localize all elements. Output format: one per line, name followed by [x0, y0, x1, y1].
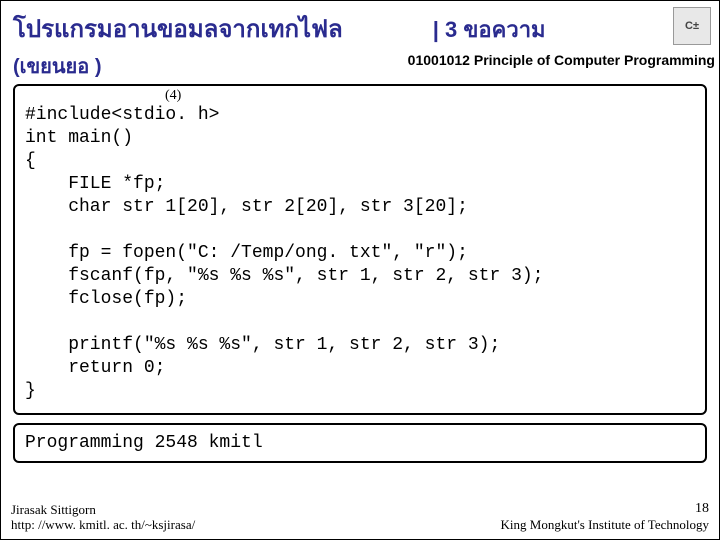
output-box: Programming 2548 kmitl [13, 423, 707, 463]
footer-left: Jirasak Sittigorn http: //www. kmitl. ac… [11, 502, 195, 533]
slide-title-right: | 3 ขอความ [433, 12, 546, 47]
footer: Jirasak Sittigorn http: //www. kmitl. ac… [1, 501, 719, 533]
slide-title: โปรแกรมอานขอมลจากเทกไฟล [13, 9, 343, 48]
box-number: (4) [165, 88, 181, 104]
output-text: Programming 2548 kmitl [25, 433, 263, 453]
course-code: 01001012 Principle of Computer Programmi… [408, 52, 715, 68]
author-name: Jirasak Sittigorn [11, 502, 195, 518]
slide: C± โปรแกรมอานขอมลจากเทกไฟล | 3 ขอความ (เ… [0, 0, 720, 540]
institute-name: King Mongkut's Institute of Technology [501, 517, 709, 533]
footer-right: 18 King Mongkut's Institute of Technolog… [501, 501, 709, 533]
code-box: (4) #include<stdio. h> int main() { FILE… [13, 84, 707, 415]
page-number: 18 [501, 501, 709, 518]
subtitle-left: (เขยนยอ ) [13, 50, 102, 82]
author-url: http: //www. kmitl. ac. th/~ksjirasa/ [11, 517, 195, 533]
source-code: #include<stdio. h> int main() { FILE *fp… [25, 104, 695, 403]
cpp-badge-icon: C± [673, 7, 711, 45]
title-row: โปรแกรมอานขอมลจากเทกไฟล | 3 ขอความ [1, 1, 719, 48]
